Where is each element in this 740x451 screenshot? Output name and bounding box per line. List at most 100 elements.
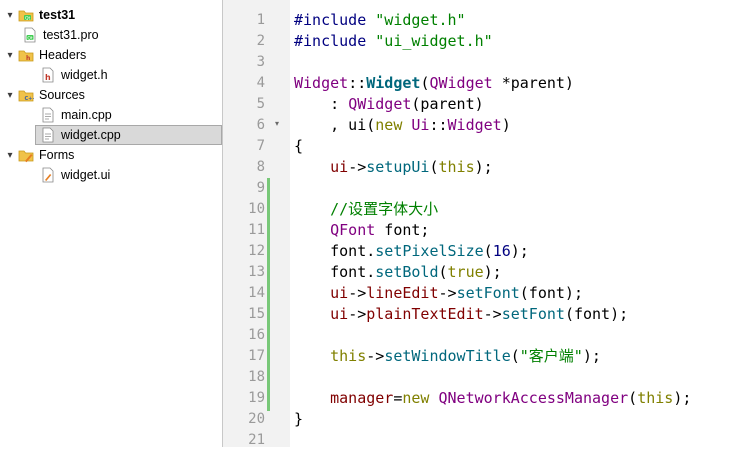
- svg-text:h: h: [26, 55, 30, 62]
- code-line[interactable]: : QWidget(parent): [294, 94, 484, 115]
- code-token: setFont: [456, 284, 520, 302]
- line-number: 2: [256, 33, 265, 49]
- code-token: ): [501, 116, 511, 134]
- tree-item-main-cpp[interactable]: main.cpp: [0, 105, 222, 125]
- fold-icon[interactable]: ▾: [275, 119, 279, 128]
- code-token: setPixelSize: [375, 242, 484, 260]
- tree-item-test31-pro[interactable]: Qt test31.pro: [0, 25, 222, 45]
- line-number: 6: [256, 117, 265, 133]
- headers-folder-icon: h: [18, 47, 34, 63]
- change-marker: [267, 178, 270, 231]
- code-line[interactable]: }: [294, 409, 303, 430]
- code-editor[interactable]: 1 2 3 4 5 6 7 8 9 10 11 12 13 14 15 16 17 18 19 20 21 ▾ #inc…: [223, 0, 740, 448]
- tree-item-label: test31.pro: [43, 28, 99, 42]
- svg-text:C++: C++: [25, 96, 35, 102]
- code-line[interactable]: {: [294, 136, 303, 157]
- ui-file-icon: [40, 167, 56, 183]
- line-number: 12: [248, 243, 265, 259]
- line-number: 21: [248, 432, 265, 448]
- code-token: (: [438, 263, 448, 281]
- svg-text:h: h: [45, 73, 51, 82]
- tree-item-label: widget.h: [61, 68, 108, 82]
- code-line[interactable]: manager=new QNetworkAccessManager(this);: [294, 388, 691, 409]
- code-line[interactable]: QFont font;: [294, 220, 429, 241]
- code-token: #include: [294, 11, 376, 29]
- code-line[interactable]: , ui(new Ui::Widget): [294, 115, 511, 136]
- code-line[interactable]: this->setWindowTitle("客户端");: [294, 346, 601, 367]
- code-line[interactable]: #include "ui_widget.h": [294, 31, 493, 52]
- line-number: 7: [256, 138, 265, 154]
- code-token: ->: [483, 305, 502, 323]
- chevron-down-icon[interactable]: ▾: [4, 149, 16, 161]
- code-line[interactable]: ui->plainTextEdit->setFont(font);: [294, 304, 628, 325]
- sources-folder-icon: C++: [18, 87, 37, 103]
- code-token: this: [330, 347, 367, 365]
- code-token: QNetworkAccessManager: [438, 389, 629, 407]
- line-number: 13: [248, 264, 265, 280]
- chevron-down-icon[interactable]: ▾: [4, 49, 16, 61]
- code-token: plainTextEdit: [366, 305, 484, 323]
- line-number: 8: [256, 159, 265, 175]
- code-token: true: [447, 263, 484, 281]
- code-token: new: [375, 116, 403, 134]
- code-token: font.: [294, 263, 376, 281]
- tree-item-forms[interactable]: ▾ Forms: [0, 145, 222, 165]
- fold-column: [271, 0, 290, 447]
- code-token: //设置字体大小: [330, 200, 439, 218]
- code-token: ->: [348, 284, 367, 302]
- line-number: 14: [248, 285, 265, 301]
- tree-item-label: widget.ui: [61, 168, 111, 182]
- chevron-down-icon[interactable]: ▾: [4, 9, 16, 21]
- qt-project-icon: Qt: [18, 7, 34, 23]
- code-token: ui: [330, 305, 349, 323]
- tree-item-widget-cpp[interactable]: widget.cpp: [35, 125, 222, 145]
- tree-item-test31[interactable]: ▾ Qt test31: [0, 5, 222, 25]
- code-token: ::: [429, 116, 448, 134]
- code-token: ::: [348, 74, 367, 92]
- tree-item-headers[interactable]: ▾ h Headers: [0, 45, 222, 65]
- code-line[interactable]: font.setBold(true);: [294, 262, 502, 283]
- project-tree: ▾ Qt test31 Qt test31.pro ▾ h Headers h …: [0, 0, 223, 447]
- code-token: (: [628, 389, 638, 407]
- svg-text:Qt: Qt: [25, 15, 31, 21]
- code-token: }: [294, 410, 304, 428]
- code-line[interactable]: //设置字体大小: [294, 199, 438, 220]
- code-token: {: [294, 137, 304, 155]
- header-file-icon: h: [40, 67, 56, 83]
- code-token: :: [294, 95, 349, 113]
- code-token: ->: [438, 284, 457, 302]
- code-token: this: [637, 389, 674, 407]
- tree-item-sources[interactable]: ▾ C++ Sources: [0, 85, 222, 105]
- tree-item-widget-h[interactable]: h widget.h: [0, 65, 222, 85]
- code-line[interactable]: #include "widget.h": [294, 10, 466, 31]
- line-number: 20: [248, 411, 265, 427]
- code-line[interactable]: font.setPixelSize(16);: [294, 241, 529, 262]
- tree-item-label: test31: [39, 8, 76, 22]
- change-marker: [267, 231, 270, 411]
- code-line[interactable]: ui->lineEdit->setFont(font);: [294, 283, 583, 304]
- code-token: #include: [294, 32, 376, 50]
- code-token: );: [673, 389, 692, 407]
- code-token: ui: [330, 284, 349, 302]
- cpp-file-icon: [40, 127, 56, 143]
- line-number: 10: [248, 201, 265, 217]
- line-number: 11: [248, 222, 265, 238]
- code-token: manager: [330, 389, 394, 407]
- tree-item-label: widget.cpp: [61, 128, 121, 142]
- tree-item-label: Forms: [39, 148, 75, 162]
- code-token: (: [483, 242, 493, 260]
- code-line[interactable]: ui->setupUi(this);: [294, 157, 493, 178]
- line-number: 19: [248, 390, 265, 406]
- code-line[interactable]: Widget::Widget(QWidget *parent): [294, 73, 574, 94]
- line-number: 4: [256, 75, 265, 91]
- tree-item-label: Sources: [39, 88, 85, 102]
- tree-item-widget-ui[interactable]: widget.ui: [0, 165, 222, 185]
- code-token: , ui(: [294, 116, 376, 134]
- chevron-down-icon[interactable]: ▾: [4, 89, 16, 101]
- forms-folder-icon: [18, 147, 34, 163]
- code-token: this: [438, 158, 475, 176]
